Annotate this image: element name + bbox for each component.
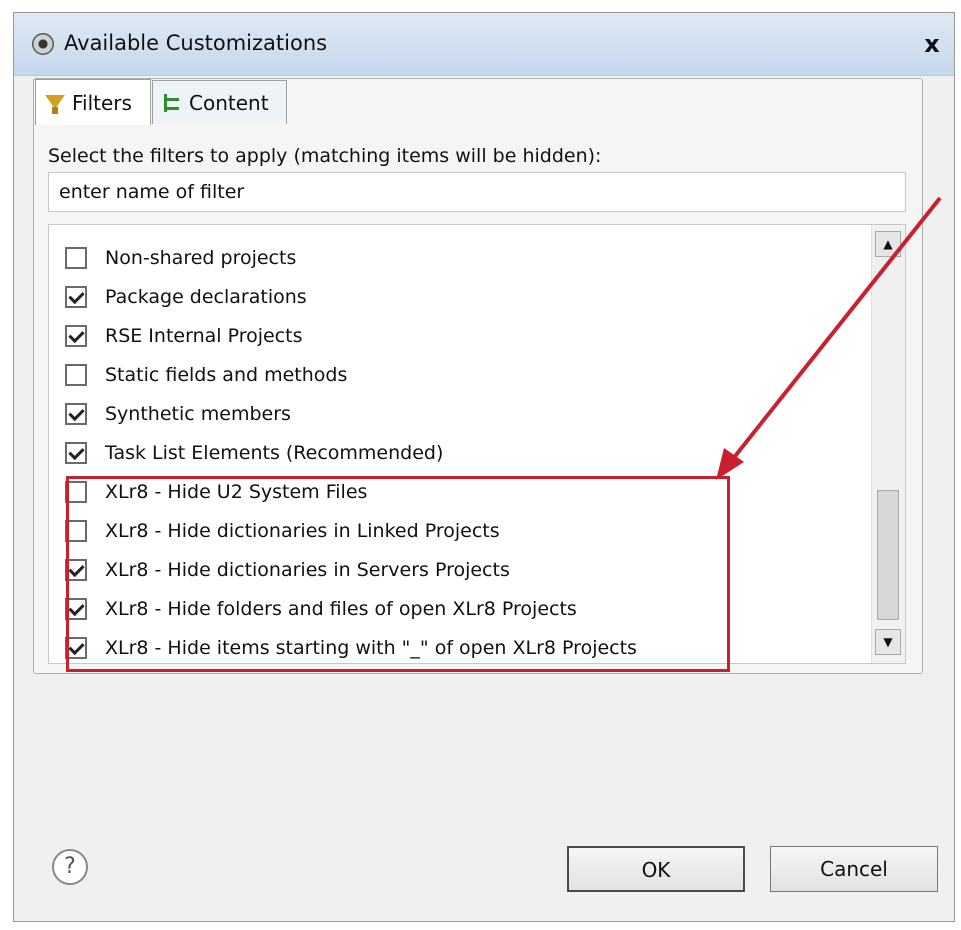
filter-item[interactable]: Synthetic members xyxy=(65,395,291,433)
cancel-button[interactable]: Cancel xyxy=(770,846,938,892)
filter-label: Static fields and methods xyxy=(105,364,348,386)
filter-checkbox[interactable] xyxy=(65,520,87,542)
vertical-scrollbar[interactable]: ▲ ▼ xyxy=(871,225,905,663)
filter-checkbox[interactable] xyxy=(65,598,87,620)
filter-item[interactable]: RSE Internal Projects xyxy=(65,317,302,355)
filter-list: Non-shared projects Package declarations… xyxy=(48,224,906,664)
filter-item[interactable]: XLr8 - Hide U2 System Files xyxy=(65,473,367,511)
filter-checkbox[interactable] xyxy=(65,325,87,347)
filter-label: Task List Elements (Recommended) xyxy=(105,442,444,464)
filter-checkbox[interactable] xyxy=(65,559,87,581)
tab-content[interactable]: Content xyxy=(152,80,287,124)
filter-checkbox[interactable] xyxy=(65,442,87,464)
eclipse-app-icon xyxy=(32,33,54,55)
scroll-thumb[interactable] xyxy=(877,490,899,620)
filter-label: Synthetic members xyxy=(105,403,291,425)
filter-item[interactable]: Package declarations xyxy=(65,278,307,316)
tab-content-label: Content xyxy=(189,90,269,115)
title-bar: Available Customizations x xyxy=(14,13,954,76)
filter-label: Non-shared projects xyxy=(105,247,297,269)
filter-checkbox[interactable] xyxy=(65,364,87,386)
filter-item[interactable]: Static fields and methods xyxy=(65,356,347,394)
help-icon[interactable]: ? xyxy=(52,849,88,885)
filter-label: XLr8 - Hide items starting with "_" of o… xyxy=(105,637,637,659)
filter-label: XLr8 - Hide U2 System Files xyxy=(105,481,368,503)
tab-filters[interactable]: Filters xyxy=(35,79,151,125)
filter-item[interactable]: XLr8 - Hide dictionaries in Linked Proje… xyxy=(65,512,500,550)
filter-label: XLr8 - Hide dictionaries in Linked Proje… xyxy=(105,520,500,542)
filter-item[interactable]: XLr8 - Hide folders and files of open XL… xyxy=(65,590,577,628)
filter-checkbox[interactable] xyxy=(65,637,87,659)
filter-item[interactable]: Task List Elements (Recommended) xyxy=(65,434,443,472)
filter-item[interactable]: XLr8 - Hide dictionaries in Servers Proj… xyxy=(65,551,510,589)
filter-label: XLr8 - Hide folders and files of open XL… xyxy=(105,598,577,620)
filter-label: RSE Internal Projects xyxy=(105,325,303,347)
close-button[interactable]: x xyxy=(918,30,946,58)
filter-icon xyxy=(44,92,66,114)
filter-label: XLr8 - Hide dictionaries in Servers Proj… xyxy=(105,559,510,581)
filter-label: Package declarations xyxy=(105,286,307,308)
content-icon xyxy=(161,92,183,114)
scroll-up-arrow-icon[interactable]: ▲ xyxy=(875,231,901,257)
filter-name-input[interactable] xyxy=(48,172,906,212)
filter-checkbox[interactable] xyxy=(65,403,87,425)
window-title: Available Customizations xyxy=(64,31,328,55)
tab-filters-label: Filters xyxy=(72,90,132,115)
instruction-text: Select the filters to apply (matching it… xyxy=(48,145,602,167)
filter-checkbox[interactable] xyxy=(65,481,87,503)
scroll-down-arrow-icon[interactable]: ▼ xyxy=(875,629,901,655)
filter-checkbox[interactable] xyxy=(65,247,87,269)
ok-button[interactable]: OK xyxy=(567,846,745,892)
filter-item[interactable]: XLr8 - Hide items starting with "_" of o… xyxy=(65,629,637,663)
filter-checkbox[interactable] xyxy=(65,286,87,308)
filter-item[interactable]: Non-shared projects xyxy=(65,239,296,277)
